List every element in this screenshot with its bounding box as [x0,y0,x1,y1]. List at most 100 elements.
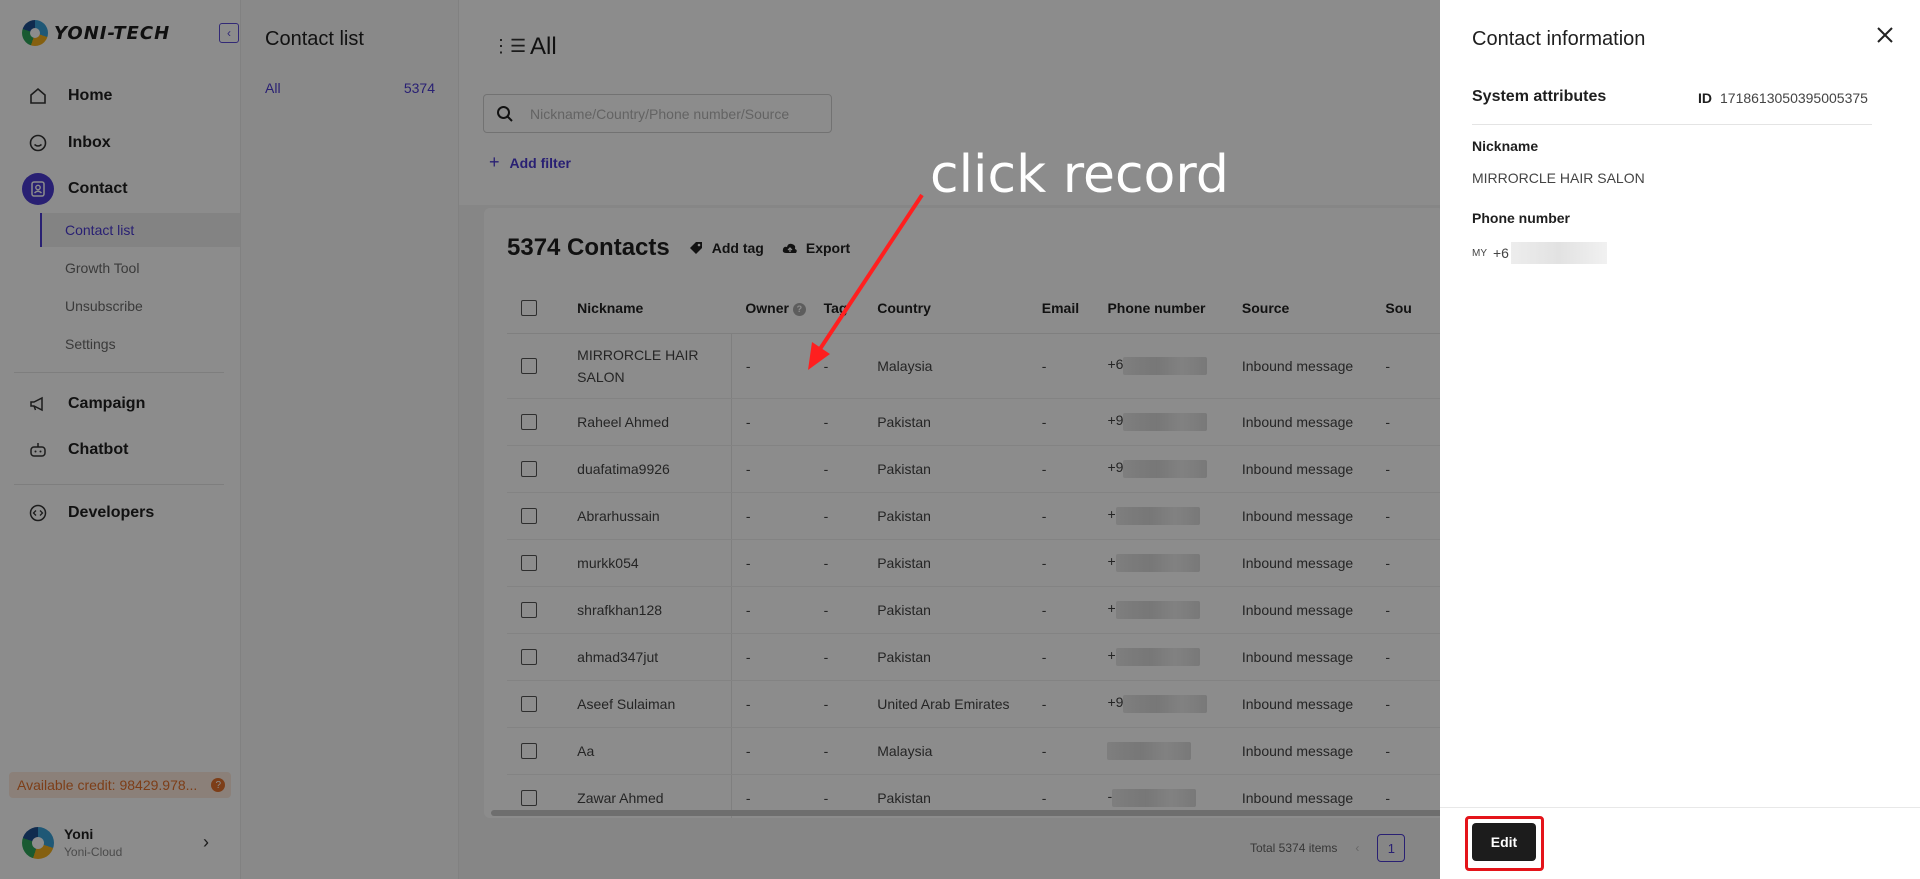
cell-tag-text: - [823,601,829,618]
add-filter-button[interactable]: + Add filter [489,152,571,173]
tag-icon [689,242,702,254]
cloud-upload-icon [782,243,797,253]
cell-email-text: - [1041,742,1047,759]
cell-email: - [1041,333,1108,399]
cell-nickname: shrafkhan128 [577,586,732,634]
user-profile[interactable]: Yoni Yoni-Cloud [22,826,122,859]
row-checkbox[interactable] [521,555,537,572]
cell-tag: - [823,586,878,634]
segment-count: 5374 [403,80,435,96]
help-icon[interactable]: ? [211,778,226,792]
search-box[interactable] [483,94,832,133]
phone-redacted [1115,506,1200,525]
close-icon[interactable] [1874,24,1896,46]
cell-source-extra-text: - [1385,507,1391,524]
row-checkbox[interactable] [521,649,537,666]
cell-country-text: Pakistan [877,601,931,618]
table-row[interactable]: Aa - - Malaysia - Inbound message - [507,727,1444,775]
cell-owner: - [731,492,824,540]
sidebar-item-contact-list[interactable]: Contact list [40,213,240,247]
horizontal-scrollbar[interactable] [491,810,1444,816]
cell-select [507,633,578,681]
cell-source: Inbound message [1241,333,1386,399]
table-row[interactable]: murkk054 - - Pakistan - + Inbound message - [507,539,1444,587]
cell-phone-text: + [1107,506,1116,523]
nav-item-chatbot[interactable]: Chatbot [22,434,128,466]
cell-owner-text: - [745,357,751,374]
column-header-email[interactable]: Email [1041,283,1108,334]
cell-source-extra-text: - [1385,601,1391,618]
phone-redacted [1112,788,1197,807]
sidebar-item-settings[interactable]: Settings [40,327,240,361]
cell-source: Inbound message [1241,398,1386,446]
row-checkbox[interactable] [521,358,537,375]
megaphone-icon [22,388,54,420]
table-row[interactable]: Aseef Sulaiman - - United Arab Emirates - +9 I… [507,680,1444,728]
column-header-source-extra[interactable]: Sou [1385,283,1444,334]
nav-item-inbox[interactable]: Inbox [22,127,111,159]
sidebar-item-growth-tool[interactable]: Growth Tool [40,251,240,285]
nav-item-home[interactable]: Home [22,80,112,112]
column-header-nickname[interactable]: Nickname [577,283,732,334]
cell-nickname-text: Aa [577,742,595,759]
contact-info-drawer: Contact information System attributes ID… [1440,0,1920,879]
menu-collapse-icon[interactable]: ⋮☰ [492,36,526,57]
cell-source-text: Inbound message [1241,357,1354,374]
segment-all[interactable]: All 5374 [265,80,435,96]
cell-phone-text: + [1107,600,1116,617]
cell-source: Inbound message [1241,445,1386,493]
row-checkbox[interactable] [521,461,537,478]
add-tag-button[interactable]: Add tag [688,240,764,256]
cell-source-extra-text: - [1385,460,1391,477]
row-checkbox[interactable] [521,743,537,760]
cell-email: - [1041,492,1108,540]
nav-item-developers[interactable]: Developers [22,497,154,529]
cell-nickname: ahmad347jut [577,633,732,681]
cell-nickname: Raheel Ahmed [577,398,732,446]
cell-source-text: Inbound message [1241,554,1354,571]
row-checkbox[interactable] [521,414,537,431]
table-row[interactable]: duafatima9926 - - Pakistan - +9 Inbound messag… [507,445,1444,493]
cell-owner: - [731,539,824,587]
cell-country: Pakistan [877,539,1042,587]
select-all-checkbox[interactable] [521,300,537,317]
cell-email: - [1041,680,1108,728]
phone-redacted [1123,459,1208,478]
column-header-source[interactable]: Source [1241,283,1386,334]
row-checkbox[interactable] [521,696,537,713]
row-checkbox[interactable] [521,602,537,619]
cell-email-text: - [1041,601,1047,618]
row-checkbox[interactable] [521,508,537,525]
collapse-sidebar-button[interactable]: ‹ [219,23,239,43]
cell-tag: - [823,727,878,775]
column-header-phone[interactable]: Phone number [1107,283,1242,334]
table-row[interactable]: Raheel Ahmed - - Pakistan - +9 Inbound message… [507,398,1444,446]
cell-nickname: Aseef Sulaiman [577,680,732,728]
cell-nickname: Abrarhussain [577,492,732,540]
brand[interactable]: YONI-TECH [22,20,170,46]
cell-owner: - [731,398,824,446]
cell-nickname: Aa [577,727,732,775]
cell-tag: - [823,398,878,446]
cell-nickname: murkk054 [577,539,732,587]
cell-country: United Arab Emirates [877,680,1042,728]
cell-owner-text: - [745,648,751,665]
nav-divider [14,484,224,485]
cell-phone-text: + [1107,553,1116,570]
table-row[interactable]: ahmad347jut - - Pakistan - + Inbound message - [507,633,1444,681]
sidebar-item-unsubscribe[interactable]: Unsubscribe [40,289,240,323]
table-row[interactable]: Abrarhussain - - Pakistan - + Inbound message - [507,492,1444,540]
chevron-right-icon[interactable]: › [203,832,209,853]
cell-tag: - [823,539,878,587]
table-row[interactable]: MIRRORCLE HAIR SALON - - Malaysia - +6 Inbound… [507,333,1444,399]
cell-nickname-text: MIRRORCLE HAIR SALON [577,346,699,385]
nav-item-campaign[interactable]: Campaign [22,388,145,420]
nav-item-contact[interactable]: Contact [22,173,128,205]
cell-source-text: Inbound message [1241,742,1354,759]
cell-email-text: - [1041,507,1047,524]
table-row[interactable]: shrafkhan128 - - Pakistan - + Inbound message - [507,586,1444,634]
search-input[interactable] [530,103,820,125]
prev-page-icon[interactable]: ‹ [1355,841,1359,855]
page-number-button[interactable]: 1 [1377,834,1406,862]
row-checkbox[interactable] [521,790,537,807]
